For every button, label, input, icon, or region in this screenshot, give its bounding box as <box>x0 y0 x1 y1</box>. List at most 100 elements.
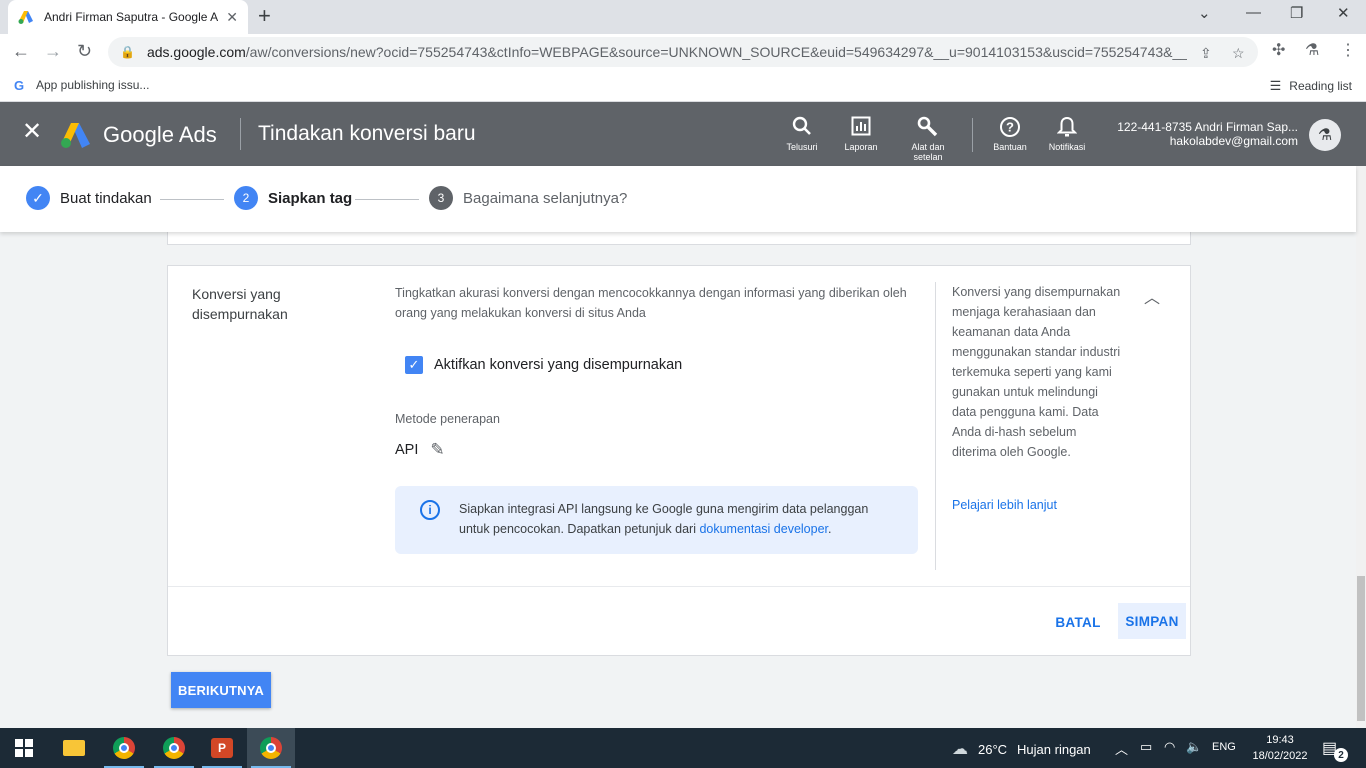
clock-time: 19:43 <box>1266 734 1294 746</box>
browser-toolbar: ← → ↻ 🔒 ads.google.com/aw/conversions/ne… <box>0 34 1366 70</box>
tools-settings-button[interactable]: Alat dan setelan <box>898 116 958 162</box>
account-info[interactable]: 122-441-8735 Andri Firman Sap... hakolab… <box>1117 120 1298 148</box>
taskbar-chrome-active[interactable] <box>247 728 295 768</box>
lab-flask-icon[interactable]: ⚗ <box>1305 40 1319 62</box>
step-label: Bagaimana selanjutnya? <box>463 189 628 207</box>
next-button[interactable]: BERIKUTNYA <box>171 672 271 708</box>
reading-list-button[interactable]: ☰ Reading list <box>1270 78 1352 94</box>
side-help-text: Konversi yang disempurnakan menjaga kera… <box>952 285 1121 459</box>
step-create-action[interactable]: ✓ Buat tindakan <box>26 186 152 210</box>
chrome-icon <box>260 737 282 759</box>
developer-docs-link[interactable]: dokumentasi developer <box>699 522 828 536</box>
section-label: Konversi yang disempurnakan <box>192 286 288 322</box>
search-tool-label: Telusuri <box>786 142 818 152</box>
cloud-rain-icon: ☁ <box>952 741 968 758</box>
bell-icon <box>1037 116 1097 142</box>
enable-enhanced-conversions-checkbox[interactable]: ✓ Aktifkan konversi yang disempurnakan <box>405 356 682 374</box>
notifications-button[interactable]: Notifikasi <box>1037 116 1097 152</box>
wifi-icon[interactable]: ◠ <box>1164 739 1175 755</box>
chevron-up-icon[interactable]: ︿ <box>1144 284 1160 308</box>
address-bar[interactable]: 🔒 ads.google.com/aw/conversions/new?ocid… <box>108 37 1258 67</box>
product-name: Google Ads <box>103 122 217 147</box>
notification-count-badge: 2 <box>1334 748 1348 762</box>
minimize-button[interactable]: — <box>1246 4 1261 21</box>
step-connector <box>160 199 224 200</box>
chevron-up-tray-icon[interactable]: ︿ <box>1115 739 1128 758</box>
bookmark-star-icon[interactable]: ☆ <box>1232 45 1245 62</box>
learn-more-link[interactable]: Pelajari lebih lanjut <box>952 498 1057 512</box>
reports-tool-button[interactable]: Laporan <box>831 116 891 152</box>
enhanced-conversions-card: Konversi yang disempurnakan Tingkatkan a… <box>167 265 1191 656</box>
windows-logo-icon <box>15 739 33 757</box>
notifications-label: Notifikasi <box>1048 142 1086 152</box>
search-tool-button[interactable]: Telusuri <box>772 116 832 152</box>
google-g-icon: G <box>14 78 25 93</box>
info-text: Siapkan integrasi API langsung ke Google… <box>459 502 869 536</box>
page-scrollbar[interactable] <box>1356 166 1366 728</box>
ads-header: ✕ Google Ads Tindakan konversi baru Telu… <box>0 102 1366 166</box>
new-tab-button[interactable]: + <box>258 5 271 27</box>
api-info-box: i Siapkan integrasi API langsung ke Goog… <box>395 486 918 554</box>
close-window-button[interactable]: ✕ <box>1337 4 1350 22</box>
start-button[interactable] <box>0 728 48 768</box>
step-number: 2 <box>234 186 258 210</box>
close-icon[interactable]: ✕ <box>22 120 42 144</box>
tab-close-icon[interactable]: ✕ <box>226 9 238 26</box>
step-whats-next[interactable]: 3 Bagaimana selanjutnya? <box>429 186 627 210</box>
language-indicator[interactable]: ENG <box>1212 741 1236 753</box>
reload-icon[interactable]: ↻ <box>77 40 92 62</box>
bookmark-app-publishing[interactable]: G App publishing issu... <box>14 78 149 93</box>
step-label: Buat tindakan <box>60 189 152 207</box>
browser-tabstrip: Andri Firman Saputra - Google Ads ✕ + ⌄ … <box>0 0 1366 34</box>
method-value: API <box>395 442 419 458</box>
checkbox-checked-icon[interactable]: ✓ <box>405 356 423 374</box>
battery-icon[interactable]: ▭ <box>1140 739 1152 755</box>
help-icon: ? <box>980 116 1040 142</box>
cancel-button[interactable]: BATAL <box>1046 604 1110 640</box>
checkbox-label: Aktifkan konversi yang disempurnakan <box>434 357 683 373</box>
forward-arrow-icon[interactable]: → <box>44 40 62 62</box>
search-icon <box>772 116 832 142</box>
back-arrow-icon[interactable]: ← <box>12 40 30 62</box>
header-divider <box>240 118 241 150</box>
help-label: Bantuan <box>993 142 1027 152</box>
share-icon[interactable]: ⇪ <box>1200 45 1212 62</box>
taskbar-chrome-1[interactable] <box>100 728 148 768</box>
bookmarks-bar: G App publishing issu... ☰ Reading list <box>0 70 1366 102</box>
menu-kebab-icon[interactable]: ⋮ <box>1340 40 1356 62</box>
help-button[interactable]: ? Bantuan <box>980 116 1040 152</box>
restore-button[interactable]: ❐ <box>1290 4 1303 22</box>
clock[interactable]: 19:43 18/02/2022 <box>1252 732 1308 764</box>
step-number: 3 <box>429 186 453 210</box>
step-set-up-tag[interactable]: 2 Siapkan tag <box>234 186 352 210</box>
url-text: ads.google.com/aw/conversions/new?ocid=7… <box>146 44 1187 60</box>
reports-icon <box>831 116 891 142</box>
taskbar-chrome-2[interactable] <box>150 728 198 768</box>
lock-icon[interactable]: 🔒 <box>120 45 135 59</box>
extensions-icon[interactable]: ✣ <box>1272 40 1285 62</box>
taskbar-powerpoint[interactable]: P <box>198 728 246 768</box>
google-ads-logo-icon <box>61 123 90 148</box>
volume-icon[interactable]: 🔈 <box>1186 739 1202 755</box>
taskbar-file-explorer[interactable] <box>50 728 98 768</box>
weather-widget[interactable]: ☁ 26°C Hujan ringan <box>952 739 1091 759</box>
weather-temp: 26°C <box>978 741 1008 757</box>
tab-search-icon[interactable]: ⌄ <box>1198 4 1211 22</box>
scrollbar-thumb[interactable] <box>1357 576 1365 721</box>
weather-desc: Hujan ringan <box>1017 741 1091 757</box>
tools-settings-label: Alat dan setelan <box>911 142 945 162</box>
wrench-icon <box>898 116 958 142</box>
reports-tool-label: Laporan <box>844 142 878 152</box>
browser-tab[interactable]: Andri Firman Saputra - Google Ads ✕ <box>8 0 248 34</box>
method-label: Metode penerapan <box>395 412 500 426</box>
tab-title: Andri Firman Saputra - Google Ads <box>44 10 219 24</box>
page-title: Tindakan konversi baru <box>258 122 476 145</box>
chrome-icon <box>113 737 135 759</box>
avatar[interactable]: ⚗ <box>1309 119 1341 151</box>
card-footer-divider <box>168 586 1190 587</box>
save-button[interactable]: SIMPAN <box>1118 603 1186 639</box>
svg-text:?: ? <box>1006 120 1014 135</box>
step-done-check-icon: ✓ <box>26 186 50 210</box>
clock-date: 18/02/2022 <box>1252 750 1308 762</box>
edit-pencil-icon[interactable]: ✎ <box>430 440 444 460</box>
